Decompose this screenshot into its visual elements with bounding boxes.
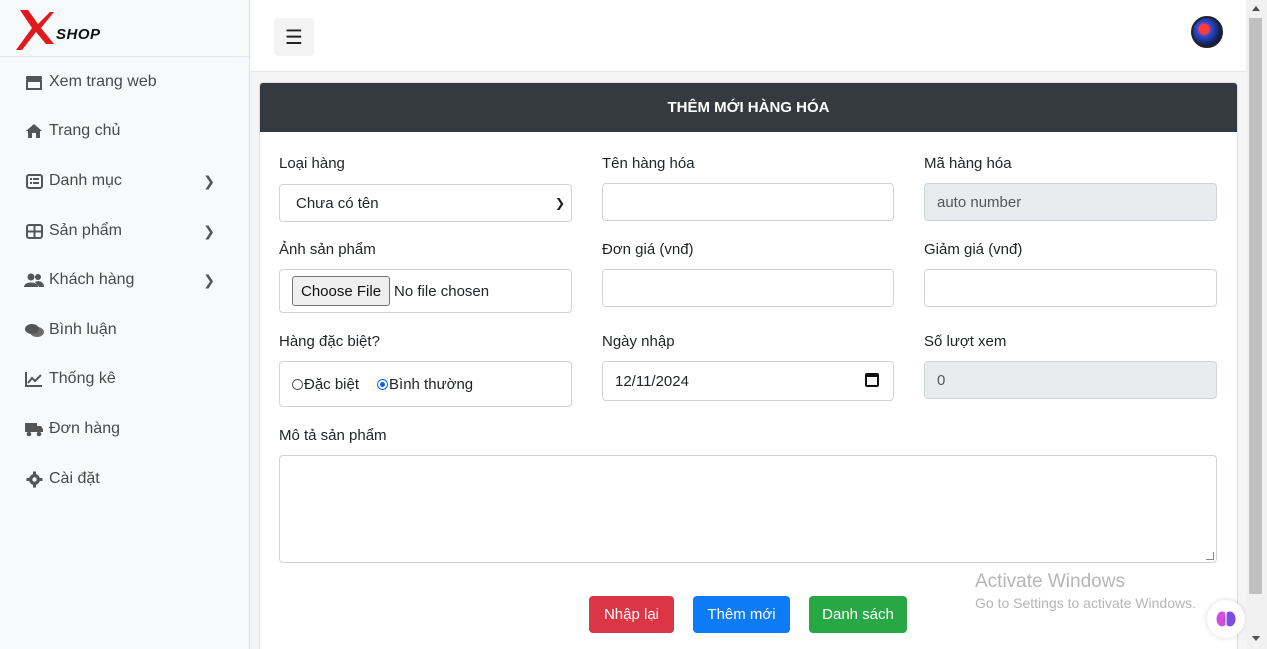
chevron-right-icon: ❯ bbox=[203, 223, 215, 239]
radio-normal-label: Bình thường bbox=[389, 375, 474, 393]
gear-icon bbox=[24, 470, 44, 488]
sidebar-item-label: Sản phẩm bbox=[49, 222, 122, 239]
chevron-down-icon: ❯ bbox=[554, 196, 565, 210]
description-textarea[interactable] bbox=[279, 455, 1217, 563]
list-button[interactable]: Danh sách bbox=[809, 596, 907, 633]
product-name-label: Tên hàng hóa bbox=[602, 155, 695, 172]
sidebar-item-label: Danh mục bbox=[49, 172, 122, 189]
users-icon bbox=[24, 271, 44, 289]
brand-logo[interactable]: SHOP bbox=[0, 0, 249, 57]
product-name-input[interactable] bbox=[602, 183, 894, 221]
sidebar-item-label: Bình luận bbox=[49, 321, 117, 338]
chart-line-icon bbox=[24, 370, 44, 388]
views-input: 0 bbox=[924, 361, 1217, 399]
x-logo-icon bbox=[16, 10, 54, 50]
special-label: Hàng đặc biệt? bbox=[279, 333, 380, 350]
product-code-label: Mã hàng hóa bbox=[924, 155, 1012, 172]
radio-special-label: Đặc biệt bbox=[304, 375, 360, 393]
discount-input[interactable] bbox=[924, 269, 1217, 307]
sidebar-item-comments[interactable]: Bình luận bbox=[0, 308, 249, 352]
scroll-up-arrow-icon[interactable] bbox=[1252, 6, 1260, 11]
assistant-brain-icon[interactable] bbox=[1207, 600, 1245, 638]
sidebar-item-label: Trang chủ bbox=[49, 122, 121, 139]
activate-windows-title: Activate Windows bbox=[975, 571, 1125, 592]
sidebar-item-label: Khách hàng bbox=[49, 271, 135, 288]
sidebar-item-view-website[interactable]: Xem trang web bbox=[0, 60, 249, 104]
comments-icon bbox=[24, 321, 44, 339]
radio-checked-icon[interactable] bbox=[377, 378, 389, 390]
discount-label: Giảm giá (vnđ) bbox=[924, 241, 1023, 258]
home-icon bbox=[24, 122, 44, 140]
sidebar-item-label: Đơn hàng bbox=[49, 420, 120, 437]
radio-icon[interactable] bbox=[292, 378, 303, 390]
card-title: THÊM MỚI HÀNG HÓA bbox=[260, 83, 1237, 132]
sidebar-item-orders[interactable]: Đơn hàng bbox=[0, 407, 249, 451]
category-select[interactable]: Chưa có tên ❯ bbox=[279, 184, 572, 222]
category-selected-value: Chưa có tên bbox=[296, 194, 379, 212]
product-image-file-input[interactable]: Choose File No file chosen bbox=[279, 269, 572, 313]
table-icon bbox=[24, 222, 44, 240]
sidebar: SHOP Xem trang web Trang chủ Danh mục ❯ … bbox=[0, 0, 250, 649]
list-icon bbox=[24, 172, 44, 190]
product-image-label: Ảnh sản phẩm bbox=[279, 241, 376, 258]
radio-normal-option[interactable]: Bình thường bbox=[377, 376, 473, 393]
sidebar-item-label: Thống kê bbox=[49, 370, 116, 387]
add-button[interactable]: Thêm mới bbox=[693, 596, 790, 633]
menu-toggle-button[interactable]: ☰ bbox=[274, 18, 314, 56]
choose-file-button[interactable]: Choose File bbox=[292, 276, 391, 306]
sidebar-item-categories[interactable]: Danh mục ❯ bbox=[0, 159, 249, 203]
description-label: Mô tả sản phẩm bbox=[279, 427, 387, 444]
category-label: Loại hàng bbox=[279, 155, 345, 172]
import-date-label: Ngày nhập bbox=[602, 333, 675, 350]
product-code-input: auto number bbox=[924, 183, 1217, 221]
price-input[interactable] bbox=[602, 269, 894, 307]
price-label: Đơn giá (vnđ) bbox=[602, 241, 694, 258]
sidebar-item-products[interactable]: Sản phẩm ❯ bbox=[0, 209, 249, 253]
special-radio-group: Đặc biệt Bình thường bbox=[279, 361, 572, 407]
sidebar-item-label: Xem trang web bbox=[49, 73, 157, 90]
chevron-right-icon: ❯ bbox=[203, 173, 215, 189]
brand-name: SHOP bbox=[56, 26, 101, 43]
truck-icon bbox=[24, 420, 44, 438]
import-date-input[interactable]: 12/11/2024 bbox=[602, 361, 894, 401]
file-status-text: No file chosen bbox=[394, 282, 490, 300]
hamburger-icon: ☰ bbox=[285, 26, 303, 49]
import-date-value: 12/11/2024 bbox=[615, 372, 689, 390]
scroll-down-arrow-icon[interactable] bbox=[1252, 636, 1260, 641]
chevron-right-icon: ❯ bbox=[203, 272, 215, 288]
sidebar-item-label: Cài đặt bbox=[49, 470, 100, 487]
radio-special-option[interactable]: Đặc biệt bbox=[292, 376, 359, 393]
avatar[interactable] bbox=[1191, 16, 1223, 48]
views-label: Số lượt xem bbox=[924, 333, 1007, 350]
calendar-icon[interactable] bbox=[865, 373, 879, 387]
sidebar-item-settings[interactable]: Cài đặt bbox=[0, 457, 249, 501]
scroll-thumb[interactable] bbox=[1249, 18, 1262, 594]
resize-grip-icon[interactable] bbox=[1206, 552, 1214, 560]
sidebar-item-home[interactable]: Trang chủ bbox=[0, 109, 249, 153]
sidebar-item-customers[interactable]: Khách hàng ❯ bbox=[0, 258, 249, 302]
reset-button[interactable]: Nhập lại bbox=[589, 596, 674, 633]
page-scrollbar[interactable] bbox=[1246, 0, 1267, 649]
activate-windows-subtitle: Go to Settings to activate Windows. bbox=[975, 595, 1196, 611]
store-icon bbox=[24, 73, 44, 91]
topbar: ☰ bbox=[250, 0, 1246, 72]
sidebar-item-statistics[interactable]: Thống kê bbox=[0, 357, 249, 401]
